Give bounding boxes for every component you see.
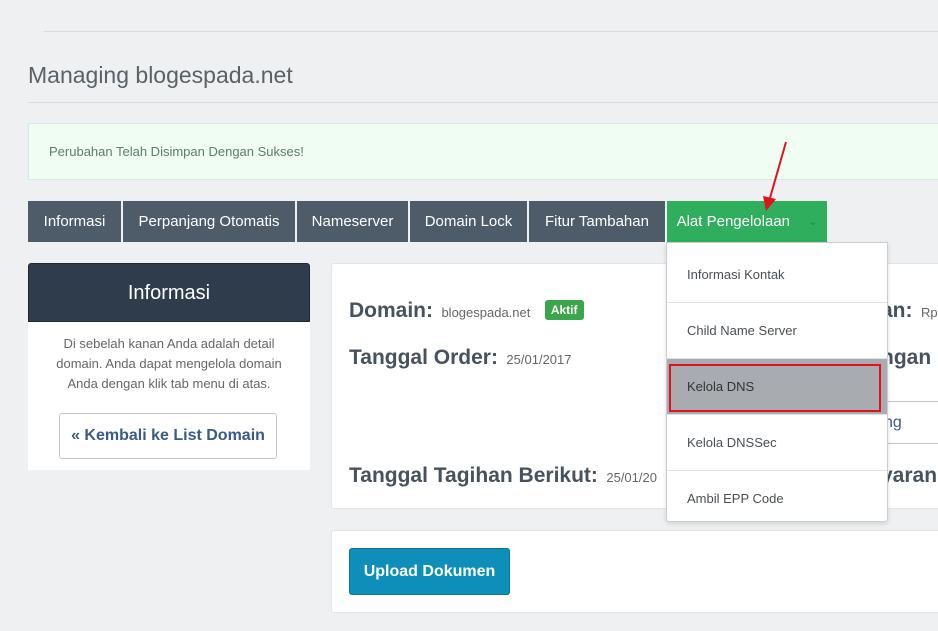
- top-divider: [44, 31, 938, 32]
- menu-item-label: Informasi Kontak: [687, 267, 785, 282]
- tab-label: Informasi: [43, 213, 106, 230]
- sidebar-description: Di sebelah kanan Anda adalah detail doma…: [56, 336, 282, 391]
- tab-fitur-tambahan[interactable]: Fitur Tambahan: [529, 201, 665, 242]
- domain-label: Domain:: [349, 299, 433, 322]
- menu-item-label: Ambil EPP Code: [687, 491, 784, 506]
- menu-item-informasi-kontak[interactable]: Informasi Kontak: [667, 247, 887, 303]
- success-alert-text: Perubahan Telah Disimpan Dengan Sukses!: [49, 144, 304, 159]
- sidebar-title: Informasi: [28, 263, 310, 322]
- order-date-row: Tanggal Order: 25/01/2017: [349, 346, 572, 370]
- chevron-down-icon: ⌄: [808, 215, 818, 228]
- right-col-value-1: Rp: [920, 305, 938, 320]
- annotation-highlight-box: [669, 364, 881, 412]
- tab-informasi[interactable]: Informasi: [28, 201, 121, 242]
- order-date-label: Tanggal Order:: [349, 346, 498, 369]
- sidebar-info-card: Informasi Di sebelah kanan Anda adalah d…: [28, 263, 310, 470]
- tab-domain-lock[interactable]: Domain Lock: [410, 201, 527, 242]
- domain-value: blogespada.net: [441, 305, 531, 320]
- right-col-row-3: yaran: [881, 464, 937, 488]
- order-date-value: 25/01/2017: [506, 352, 572, 367]
- right-col-row-1: an: Rp: [881, 299, 938, 323]
- menu-item-label: Kelola DNSSec: [687, 435, 777, 450]
- menu-item-child-name-server[interactable]: Child Name Server: [667, 303, 887, 359]
- status-badge: Aktif: [544, 300, 584, 320]
- right-col-row-2: ngan: [881, 346, 931, 370]
- next-invoice-value: 25/01/20: [606, 470, 657, 485]
- domain-row: Domain: blogespada.net Aktif: [349, 299, 584, 323]
- menu-item-ambil-epp-code[interactable]: Ambil EPP Code: [667, 471, 887, 527]
- tab-label: Nameserver: [311, 213, 394, 230]
- tab-label: Domain Lock: [424, 213, 513, 230]
- tab-perpanjang-otomatis[interactable]: Perpanjang Otomatis: [123, 201, 295, 242]
- menu-item-kelola-dnssec[interactable]: Kelola DNSSec: [667, 415, 887, 471]
- upload-card: Upload Dokumen: [331, 530, 938, 613]
- tab-label: Fitur Tambahan: [545, 213, 649, 230]
- tab-alat-pengelolaan[interactable]: Alat Pengelolaan ⌄: [667, 201, 827, 242]
- success-alert: Perubahan Telah Disimpan Dengan Sukses!: [28, 123, 938, 180]
- tab-label: Alat Pengelolaan: [676, 213, 791, 230]
- menu-item-label: Child Name Server: [687, 323, 797, 338]
- tab-label: Perpanjang Otomatis: [138, 213, 280, 230]
- page-title: Managing blogespada.net: [28, 62, 293, 88]
- back-to-domain-list-button[interactable]: « Kembali ke List Domain: [59, 413, 277, 459]
- next-invoice-label: Tanggal Tagihan Berikut:: [349, 464, 598, 487]
- title-divider: [28, 102, 938, 103]
- right-col-label-3: yaran: [881, 464, 938, 487]
- next-invoice-row: Tanggal Tagihan Berikut: 25/01/20: [349, 464, 657, 488]
- tab-nameserver[interactable]: Nameserver: [297, 201, 408, 242]
- right-col-label-2: ngan: [881, 346, 932, 369]
- upload-document-button[interactable]: Upload Dokumen: [349, 548, 510, 595]
